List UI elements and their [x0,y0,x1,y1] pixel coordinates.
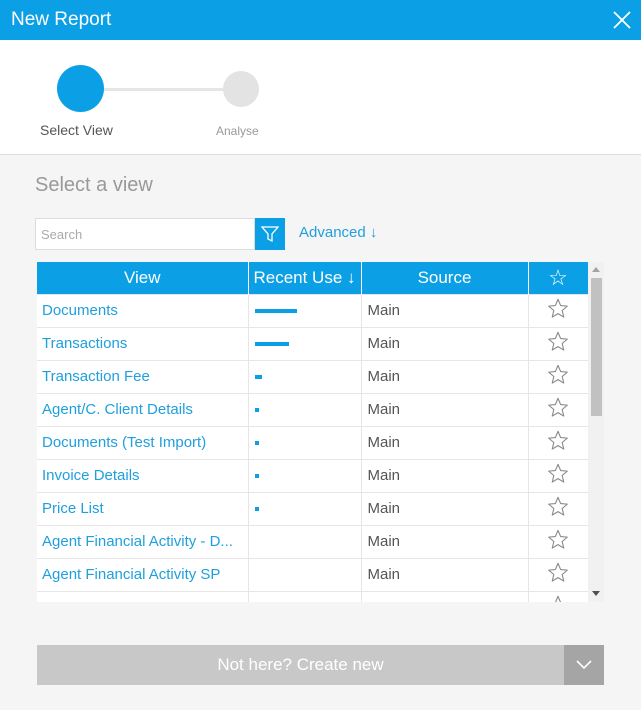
favourite-toggle[interactable] [528,392,589,426]
filter-button[interactable] [255,218,285,250]
step-connector [100,88,224,91]
view-name-cell[interactable]: Transaction Fee [37,359,249,393]
favourite-toggle[interactable] [528,425,589,459]
table-row[interactable]: Documents Main [37,293,589,327]
favourite-toggle[interactable] [528,491,589,525]
table-scrollbar[interactable] [588,262,604,602]
advanced-link[interactable]: Advanced ↓ [299,224,377,241]
column-header-recent-use[interactable]: Recent Use ↓ [248,262,362,294]
recent-use-cell [248,359,362,393]
wizard-stepper: Select View Analyse [0,40,641,155]
favourite-toggle[interactable] [528,590,589,602]
view-name-cell[interactable]: Transactions [37,326,249,360]
search-input[interactable] [35,218,255,250]
source-cell: Main [361,425,529,459]
table-header-row: View Recent Use ↓ Source ☆ [37,262,589,294]
filter-icon [261,226,279,243]
recent-use-bar [254,341,289,346]
view-name-cell[interactable]: Agent Financial Activity SP [37,557,249,591]
window-title: New Report [11,9,112,30]
source-cell: Main [361,293,529,327]
chevron-down-icon [576,660,592,670]
star-icon [548,364,568,384]
favourite-toggle[interactable] [528,557,589,591]
create-options-dropdown[interactable] [564,645,604,685]
recent-use-cell [248,293,362,327]
column-header-favourite[interactable]: ☆ [528,262,589,294]
favourite-toggle[interactable] [528,326,589,360]
recent-use-cell [248,557,362,591]
step-analyse-label: Analyse [216,124,259,138]
step-select-view-dot[interactable] [57,65,104,112]
recent-use-cell [248,425,362,459]
column-header-view[interactable]: View [37,262,249,294]
recent-use-bar [254,506,259,511]
create-new-button[interactable]: Not here? Create new [37,645,564,685]
recent-use-bar [254,308,297,313]
source-cell: Main [361,326,529,360]
favourite-toggle[interactable] [528,458,589,492]
favourite-toggle[interactable] [528,524,589,558]
source-cell: Main [361,524,529,558]
star-icon [548,331,568,351]
table-row[interactable]: Price List Main [37,491,589,525]
section-heading: Select a view [35,174,153,196]
recent-use-cell [248,458,362,492]
table-row[interactable]: Transactions Main [37,326,589,360]
views-table: View Recent Use ↓ Source ☆ Documents Main… [37,262,589,602]
star-icon [548,463,568,483]
recent-use-cell [248,524,362,558]
recent-use-bar [254,473,259,478]
views-table-container: View Recent Use ↓ Source ☆ Documents Main… [37,262,604,602]
source-cell: Main [361,392,529,426]
table-row[interactable]: Agent Financial Activity - D... Main [37,524,589,558]
scroll-down-arrow-icon[interactable] [592,591,600,596]
table-row[interactable]: Agent Financial Activity SP Main [37,557,589,591]
star-icon [548,562,568,582]
recent-use-bar [254,407,259,412]
star-icon [548,529,568,549]
recent-use-cell [248,326,362,360]
column-header-source[interactable]: Source [361,262,529,294]
star-icon [548,298,568,318]
table-row[interactable]: Invoice Details Main [37,458,589,492]
close-icon[interactable] [612,10,632,30]
recent-use-cell [248,590,362,602]
step-analyse-dot[interactable] [223,71,259,107]
recent-use-cell [248,392,362,426]
star-icon [548,496,568,516]
source-cell: Main [361,458,529,492]
source-cell [361,590,529,602]
view-name-cell[interactable]: Documents (Test Import) [37,425,249,459]
recent-use-cell [248,491,362,525]
source-cell: Main [361,557,529,591]
source-cell: Main [361,359,529,393]
scroll-up-arrow-icon[interactable] [592,267,600,272]
step-select-view-label: Select View [40,122,113,138]
view-name-cell[interactable]: Documents [37,293,249,327]
table-row[interactable] [37,590,589,602]
view-name-cell[interactable]: Agent Financial Activity - D... [37,524,249,558]
star-icon [548,397,568,417]
title-bar: New Report [0,0,641,40]
scroll-thumb[interactable] [591,278,602,416]
view-name-cell[interactable]: Invoice Details [37,458,249,492]
star-icon [555,596,561,602]
table-row[interactable]: Transaction Fee Main [37,359,589,393]
recent-use-bar [254,440,259,445]
table-row[interactable]: Documents (Test Import) Main [37,425,589,459]
view-name-cell[interactable]: Agent/C. Client Details [37,392,249,426]
view-name-cell[interactable]: Price List [37,491,249,525]
view-name-cell[interactable] [37,590,249,602]
star-icon [548,430,568,450]
recent-use-bar [254,374,262,379]
table-row[interactable]: Agent/C. Client Details Main [37,392,589,426]
source-cell: Main [361,491,529,525]
favourite-toggle[interactable] [528,359,589,393]
favourite-toggle[interactable] [528,293,589,327]
